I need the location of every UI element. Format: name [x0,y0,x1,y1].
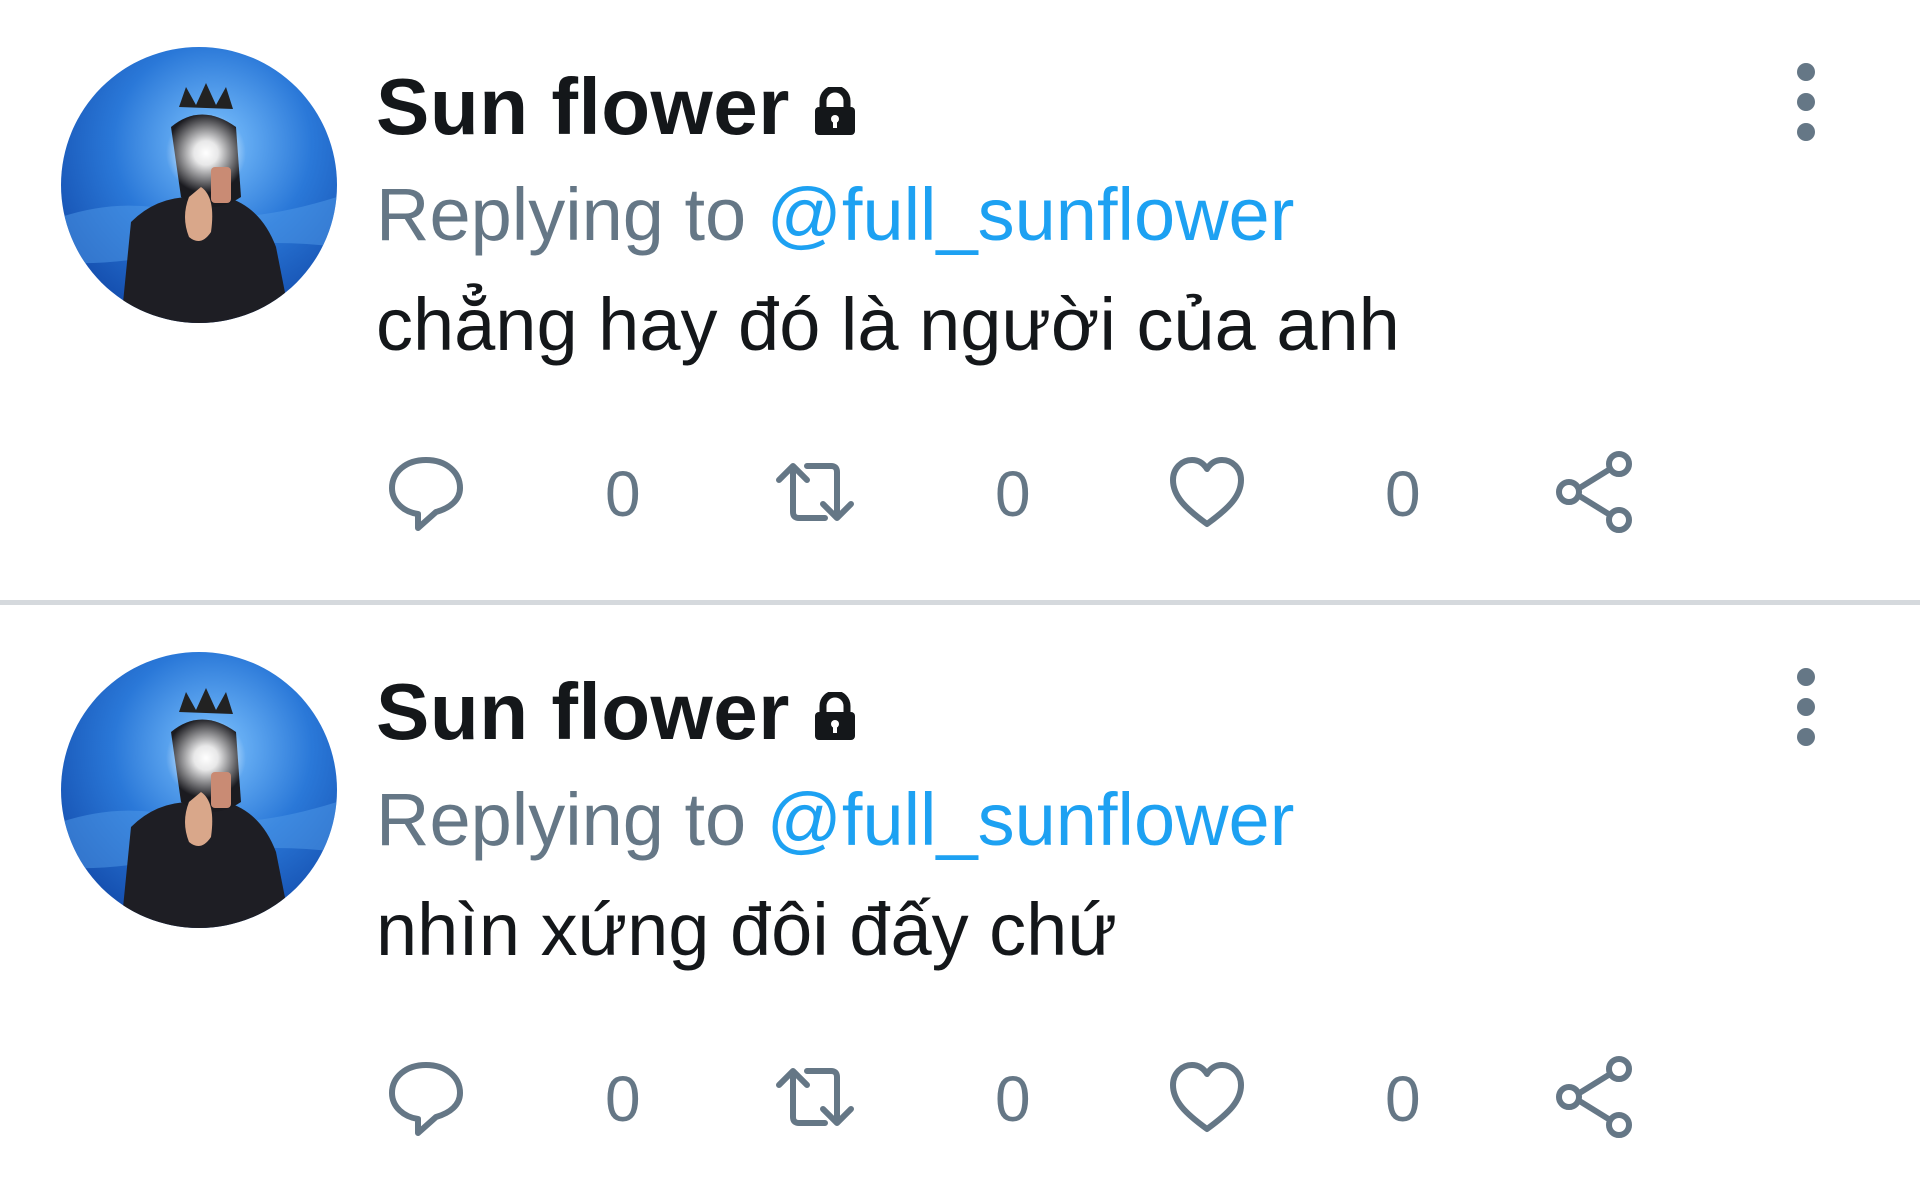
avatar[interactable] [61,47,337,323]
reply-icon[interactable] [384,1055,468,1139]
more-vertical-icon[interactable] [1776,62,1836,142]
retweet-count: 0 [995,1063,1031,1135]
more-vertical-icon[interactable] [1776,667,1836,747]
replying-label: Replying to [376,173,747,256]
share-icon[interactable] [1553,450,1637,534]
share-icon[interactable] [1553,1055,1637,1139]
avatar-image [61,652,337,928]
action-bar: 0 0 0 [0,1043,1920,1153]
lock-icon [812,85,858,142]
action-bar: 0 0 0 [0,438,1920,548]
retweet-count: 0 [995,458,1031,530]
heart-icon[interactable] [1165,1055,1249,1139]
like-count: 0 [1385,458,1421,530]
tweet[interactable]: Sun flower Replying to @full_sunflower c… [0,0,1920,590]
like-count: 0 [1385,1063,1421,1135]
tweet-text: nhìn xứng đôi đấy chứ [376,888,1117,971]
avatar[interactable] [61,652,337,928]
display-name[interactable]: Sun flower [376,666,790,758]
heart-icon[interactable] [1165,450,1249,534]
replying-to: Replying to @full_sunflower [376,170,1294,260]
reply-icon[interactable] [384,450,468,534]
name-row: Sun flower [376,667,858,757]
lock-icon [812,690,858,747]
reply-handle-link[interactable]: @full_sunflower [767,778,1295,861]
reply-count: 0 [605,458,641,530]
reply-handle-link[interactable]: @full_sunflower [767,173,1295,256]
retweet-icon[interactable] [773,1055,857,1139]
tweet[interactable]: Sun flower Replying to @full_sunflower n… [0,605,1920,1195]
replying-to: Replying to @full_sunflower [376,775,1294,865]
reply-count: 0 [605,1063,641,1135]
retweet-icon[interactable] [773,450,857,534]
tweet-text: chẳng hay đó là người của anh [376,283,1400,366]
avatar-image [61,47,337,323]
display-name[interactable]: Sun flower [376,61,790,153]
replying-label: Replying to [376,778,747,861]
name-row: Sun flower [376,62,858,152]
